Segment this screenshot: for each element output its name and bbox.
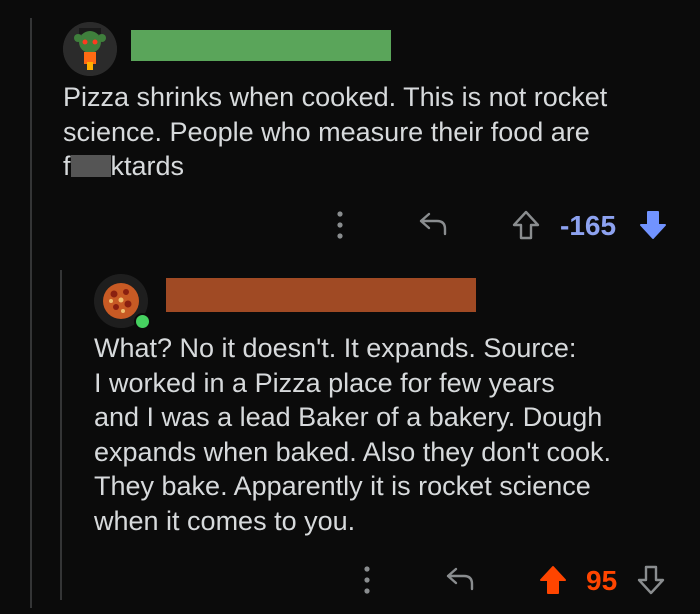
comment-text-part: ktards (110, 151, 185, 181)
reply-icon[interactable] (445, 566, 475, 592)
username-redacted[interactable] (131, 30, 391, 61)
more-options-icon[interactable] (364, 565, 370, 595)
upvote-icon[interactable] (511, 209, 541, 241)
censor-block (70, 155, 111, 177)
more-options-icon[interactable] (337, 210, 343, 240)
snoo-avatar-icon (63, 22, 117, 76)
online-status-indicator (134, 313, 151, 330)
downvote-icon[interactable] (638, 209, 668, 241)
score-count: -165 (560, 210, 617, 241)
downvote-icon[interactable] (636, 564, 666, 596)
user-avatar[interactable] (63, 22, 117, 76)
username-redacted[interactable] (166, 278, 476, 312)
comment-body: Pizza shrinks when cooked. This is not r… (63, 80, 683, 184)
upvote-icon[interactable] (538, 564, 568, 596)
reply-icon[interactable] (418, 211, 448, 237)
score-count: 95 (586, 565, 618, 596)
thread-line[interactable] (30, 18, 32, 608)
thread-line-reply[interactable] (60, 270, 62, 600)
comment-body: What? No it doesn't. It expands. Source:… (94, 333, 612, 536)
